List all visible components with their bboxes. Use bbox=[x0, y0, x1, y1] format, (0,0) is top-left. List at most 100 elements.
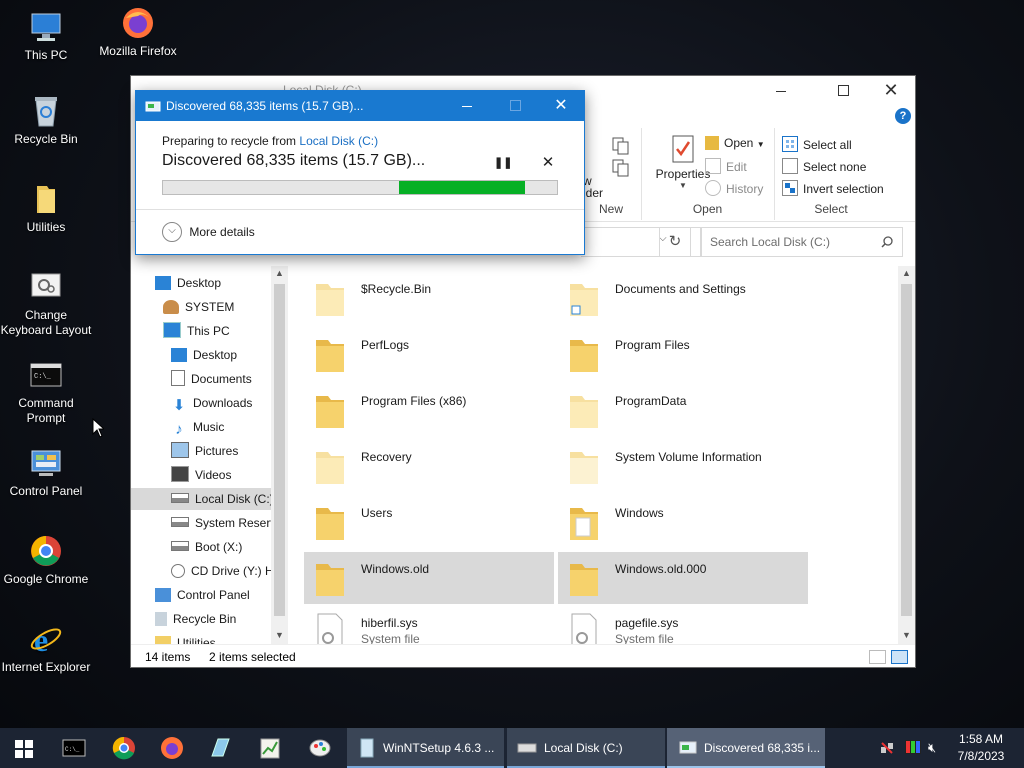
dialog-minimize-button[interactable] bbox=[454, 97, 480, 115]
list-item[interactable]: Documents and Settings bbox=[558, 272, 808, 324]
nav-item-documents[interactable]: Documents bbox=[171, 368, 252, 390]
nav-item-music[interactable]: ♪ Music bbox=[171, 416, 224, 438]
desktop-icon-label: This PC bbox=[24, 48, 68, 62]
minimize-button[interactable] bbox=[769, 82, 793, 100]
desktop-icon-change-keyboard-layout[interactable]: Change Keyboard Layout bbox=[0, 270, 92, 338]
list-item-selected[interactable]: Windows.old.000 bbox=[558, 552, 808, 604]
list-item[interactable]: hiberfil.sys System file bbox=[304, 606, 554, 644]
search-box[interactable]: Search Local Disk (C:) bbox=[700, 227, 903, 257]
start-button[interactable] bbox=[0, 728, 48, 768]
item-name: ProgramData bbox=[615, 394, 687, 408]
volume-muted-icon[interactable]: 🔇︎ bbox=[928, 740, 944, 756]
nav-item-utilities[interactable]: Utilities bbox=[155, 632, 216, 644]
help-icon[interactable]: ? bbox=[895, 108, 911, 124]
nav-label: Local Disk (C:) bbox=[195, 492, 274, 506]
taskbar-command-prompt-icon[interactable]: C:\_ bbox=[62, 736, 86, 760]
nav-scrollbar[interactable]: ▲ ▼ bbox=[271, 266, 288, 644]
videos-icon bbox=[171, 466, 189, 482]
select-all-icon bbox=[782, 136, 798, 152]
nav-label: Music bbox=[193, 420, 225, 434]
list-item[interactable]: Windows bbox=[558, 496, 808, 548]
copy-path-icon bbox=[612, 137, 629, 155]
taskbar-button-winntsetup[interactable]: WinNTSetup 4.6.3 ... bbox=[347, 728, 504, 768]
list-item[interactable]: pagefile.sys System file bbox=[558, 606, 808, 644]
desktop-icon-firefox[interactable]: Mozilla Firefox bbox=[92, 6, 184, 59]
folder-icon bbox=[316, 564, 344, 596]
taskbar-chart-app-icon[interactable] bbox=[258, 736, 282, 760]
nav-item-desktop-2[interactable]: Desktop bbox=[171, 344, 237, 366]
list-item[interactable]: Users bbox=[304, 496, 554, 548]
nav-item-pictures[interactable]: Pictures bbox=[171, 440, 238, 462]
desktop-icon-internet-explorer[interactable]: e Internet Explorer bbox=[0, 622, 92, 675]
refresh-icon: ↻ bbox=[668, 233, 682, 250]
desktop-icon-control-panel[interactable]: Control Panel bbox=[0, 446, 92, 499]
desktop-icon-google-chrome[interactable]: Google Chrome bbox=[0, 534, 92, 587]
nav-item-downloads[interactable]: ⬇ Downloads bbox=[171, 392, 253, 414]
invert-selection-icon bbox=[782, 180, 798, 196]
details-view-icon[interactable] bbox=[869, 650, 886, 664]
navigation-pane: Desktop SYSTEM This PC Desktop Documents… bbox=[131, 266, 288, 644]
nav-item-this-pc[interactable]: This PC bbox=[163, 320, 230, 342]
nav-item-boot[interactable]: Boot (X:) bbox=[171, 536, 242, 558]
source-location-link[interactable]: Local Disk (C:) bbox=[299, 134, 378, 148]
invert-selection-button[interactable]: Invert selection bbox=[782, 180, 884, 196]
desktop-icon-utilities[interactable]: Utilities bbox=[0, 182, 92, 235]
desktop-icon bbox=[171, 348, 187, 362]
nav-label: System Reserve bbox=[195, 516, 284, 530]
color-display-icon[interactable] bbox=[905, 740, 921, 754]
nav-item-control-panel[interactable]: Control Panel bbox=[155, 584, 250, 606]
nav-item-system-reserved[interactable]: System Reserve bbox=[171, 512, 283, 534]
refresh-button[interactable]: ↻ bbox=[659, 227, 691, 257]
close-icon: ✕ bbox=[554, 97, 568, 114]
list-item[interactable]: $Recycle.Bin bbox=[304, 272, 554, 324]
desktop-icon-label: Change Keyboard Layout bbox=[0, 308, 92, 337]
network-icon[interactable] bbox=[880, 741, 894, 755]
dialog-close-button[interactable]: ✕ bbox=[548, 94, 574, 118]
cancel-button[interactable]: ✕ bbox=[540, 154, 556, 172]
desktop-icon-this-pc[interactable]: This PC bbox=[0, 10, 92, 63]
edit-button[interactable]: Edit bbox=[705, 158, 747, 174]
list-item[interactable]: ProgramData bbox=[558, 384, 808, 436]
divider bbox=[136, 209, 584, 210]
taskbar-button-recycle-progress[interactable]: Discovered 68,335 i... bbox=[667, 728, 825, 768]
list-item[interactable]: Program Files (x86) bbox=[304, 384, 554, 436]
taskbar-paint-icon[interactable] bbox=[308, 736, 332, 760]
content-scrollbar-thumb[interactable] bbox=[901, 284, 912, 616]
clock[interactable]: 1:58 AM 7/8/2023 bbox=[950, 731, 1012, 765]
more-details-toggle[interactable]: ⌵ More details bbox=[162, 222, 255, 242]
select-none-button[interactable]: Select none bbox=[782, 158, 866, 174]
nav-item-cd-drive[interactable]: CD Drive (Y:) H bbox=[171, 560, 274, 582]
internet-explorer-icon: e bbox=[29, 622, 63, 658]
close-button[interactable]: ✕ bbox=[879, 78, 903, 102]
list-item[interactable]: System Volume Information bbox=[558, 440, 808, 492]
open-button[interactable]: Open ▼ bbox=[705, 136, 765, 150]
nav-item-local-disk[interactable]: Local Disk (C:) bbox=[171, 488, 274, 510]
maximize-button[interactable] bbox=[831, 82, 855, 100]
desktop-icon-command-prompt[interactable]: C:\_ Command Prompt bbox=[0, 358, 92, 426]
taskbar-button-local-disk[interactable]: Local Disk (C:) bbox=[507, 728, 665, 768]
taskbar-app-icon[interactable] bbox=[208, 736, 232, 760]
list-item[interactable]: Program Files bbox=[558, 328, 808, 380]
mouse-cursor-icon bbox=[92, 418, 104, 438]
nav-label: Documents bbox=[191, 372, 252, 386]
nav-item-recycle-bin[interactable]: Recycle Bin bbox=[155, 608, 236, 630]
ribbon-group-open: Properties ▼ Open ▼ Edit History Open bbox=[641, 128, 775, 220]
scroll-up-icon: ▲ bbox=[902, 268, 911, 278]
list-item-selected[interactable]: Windows.old bbox=[304, 552, 554, 604]
taskbar-chrome-icon[interactable] bbox=[112, 736, 136, 760]
select-all-button[interactable]: Select all bbox=[782, 136, 852, 152]
nav-item-videos[interactable]: Videos bbox=[171, 464, 231, 486]
history-button[interactable]: History bbox=[705, 180, 763, 196]
list-item[interactable]: Recovery bbox=[304, 440, 554, 492]
list-item[interactable]: PerfLogs bbox=[304, 328, 554, 380]
cd-drive-icon bbox=[171, 564, 185, 578]
nav-item-desktop[interactable]: Desktop bbox=[155, 272, 221, 294]
large-icons-view-icon[interactable] bbox=[891, 650, 908, 664]
nav-scrollbar-thumb[interactable] bbox=[274, 284, 285, 616]
content-scrollbar[interactable]: ▲ ▼ bbox=[898, 266, 915, 644]
pause-button[interactable]: ❚❚ bbox=[494, 155, 512, 171]
desktop-icon-recycle-bin[interactable]: Recycle Bin bbox=[0, 94, 92, 147]
nav-item-system[interactable]: SYSTEM bbox=[163, 296, 234, 318]
new-folder-label-partial-2[interactable]: lder bbox=[583, 186, 603, 200]
taskbar-firefox-icon[interactable] bbox=[160, 736, 184, 760]
